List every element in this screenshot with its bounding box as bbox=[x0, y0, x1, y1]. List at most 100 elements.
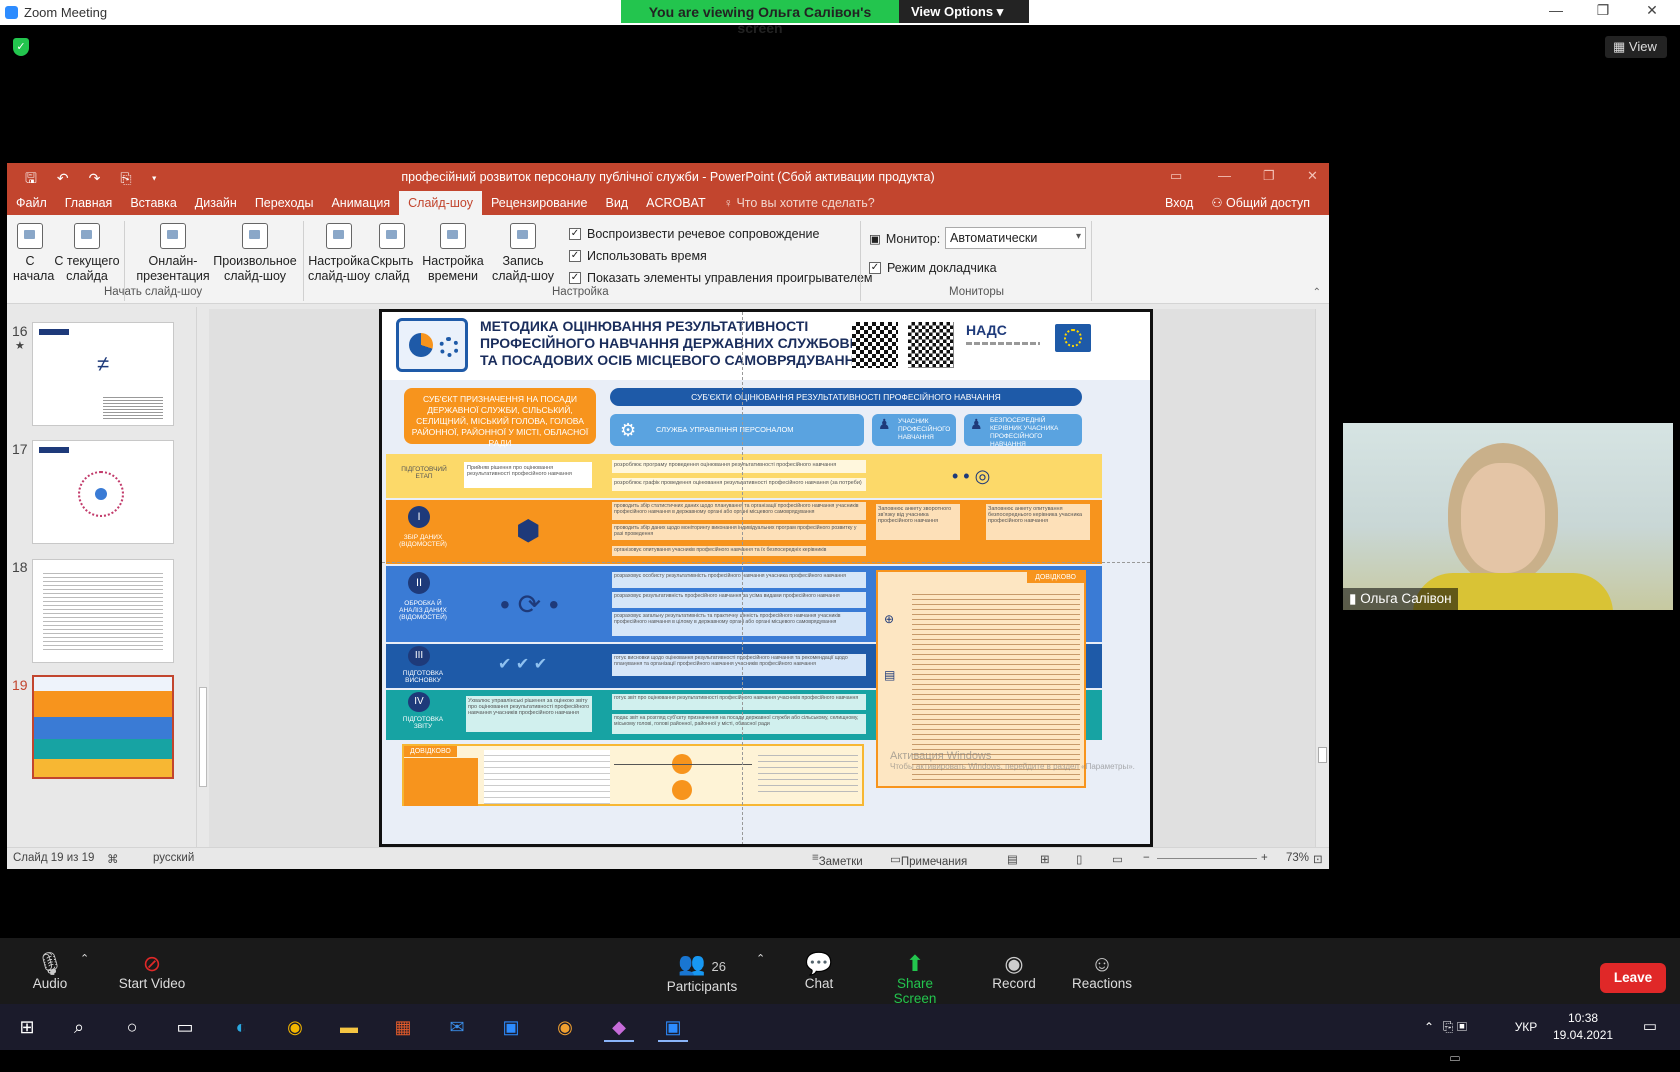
view-options-button[interactable]: View Options ▾ bbox=[899, 0, 1029, 23]
hide-slide-button[interactable]: Скрыть слайд bbox=[369, 223, 415, 284]
tab-view[interactable]: Вид bbox=[596, 191, 637, 215]
hr-service-box: ⚙ СЛУЖБА УПРАВЛІННЯ ПЕРСОНАЛОМ bbox=[610, 414, 864, 446]
zoom-slider[interactable] bbox=[1157, 858, 1257, 859]
media-controls-checkbox[interactable]: ✓ Показать элементы управления проигрыват… bbox=[569, 271, 873, 285]
chrome-icon[interactable]: ◉ bbox=[280, 1012, 310, 1042]
from-current-button[interactable]: С текущего слайда bbox=[53, 223, 121, 284]
paint-icon[interactable]: ◆ bbox=[604, 1012, 634, 1042]
leave-meeting-button[interactable]: Leave bbox=[1600, 963, 1666, 993]
ribbon-slideshow: С начала С текущего слайда Онлайн-презен… bbox=[7, 215, 1329, 304]
presenter-view-checkbox[interactable]: ✓ Режим докладчика bbox=[869, 261, 997, 275]
file-explorer-icon[interactable]: ▬ bbox=[334, 1012, 364, 1042]
custom-slideshow-button[interactable]: Произвольное слайд-шоу bbox=[213, 223, 297, 284]
audio-options-chevron[interactable]: ⌃ bbox=[80, 952, 89, 965]
restore-icon[interactable]: ❐ bbox=[1588, 2, 1618, 19]
zoom-in-button[interactable]: + bbox=[1261, 852, 1268, 864]
cortana-icon[interactable]: ○ bbox=[117, 1012, 147, 1042]
monitor-select[interactable]: Автоматически bbox=[945, 227, 1086, 249]
collapse-ribbon-icon[interactable]: ⌃ bbox=[1313, 287, 1321, 298]
minimize-icon[interactable]: — bbox=[1541, 2, 1571, 18]
current-slide[interactable]: МЕТОДИКА ОЦІНЮВАННЯ РЕЗУЛЬТАТИВНОСТІ ПРО… bbox=[379, 309, 1153, 847]
spellcheck-icon[interactable]: ⌘ bbox=[107, 852, 119, 866]
zoom-taskbar-icon[interactable]: ▣ bbox=[496, 1012, 526, 1042]
rehearse-timings-button[interactable]: Настройка времени bbox=[421, 223, 485, 284]
windows-taskbar: ⊞ ⌕ ○ ▭ ◐ ◉ ▬ ▦ ✉ ▣ ◉ ◆ ▣ ⌃ ⎘ ▣ ▭ УКР 10… bbox=[0, 1004, 1680, 1064]
language-indicator[interactable]: русский bbox=[153, 852, 194, 864]
thumbnails-scrollbar[interactable] bbox=[196, 307, 209, 847]
slide-sorter-icon[interactable]: ⊞ bbox=[1040, 852, 1050, 866]
taskbar-clock[interactable]: 10:38 19.04.2021 bbox=[1553, 1010, 1613, 1044]
close-icon[interactable]: ✕ bbox=[1637, 2, 1667, 19]
participant-video[interactable]: ▮ Ольга Салівон bbox=[1343, 423, 1673, 610]
zoom-out-button[interactable]: − bbox=[1143, 852, 1150, 864]
tab-design[interactable]: Дизайн bbox=[186, 191, 246, 215]
edge-icon[interactable]: ◐ bbox=[226, 1012, 256, 1042]
ribbon-display-icon[interactable]: ▭ bbox=[1170, 168, 1182, 184]
slide-number: 19 bbox=[12, 677, 28, 693]
clock-icon bbox=[440, 223, 466, 249]
slide-number: 17 bbox=[12, 441, 28, 457]
zoom-meeting-controls: 🎙 Audio ⌃ ⊘ Start Video 👥 26 Participants ⌃… bbox=[0, 938, 1680, 1007]
setup-slideshow-button[interactable]: Настройка слайд-шоу bbox=[307, 223, 371, 284]
tab-review[interactable]: Рецензирование bbox=[482, 191, 597, 215]
record-button[interactable]: ◉ Record bbox=[992, 952, 1036, 992]
record-slideshow-button[interactable]: Запись слайд-шоу bbox=[483, 223, 563, 284]
tab-home[interactable]: Главная bbox=[56, 191, 122, 215]
zoom-meeting-taskbar-icon[interactable]: ▣ bbox=[658, 1012, 688, 1042]
slide-scrollbar[interactable] bbox=[1315, 309, 1329, 847]
tab-animation[interactable]: Анимация bbox=[322, 191, 399, 215]
from-start-button[interactable]: С начала bbox=[13, 223, 54, 284]
participants-button[interactable]: 👥 26 Participants bbox=[664, 952, 740, 995]
slide-thumbnail-18[interactable] bbox=[32, 559, 174, 663]
monitor-label: ▣ Монитор: bbox=[869, 231, 941, 247]
chat-button[interactable]: 💬 Chat bbox=[802, 952, 836, 992]
participants-options-chevron[interactable]: ⌃ bbox=[756, 952, 765, 965]
tab-file[interactable]: Файл bbox=[7, 191, 56, 215]
tab-slideshow[interactable]: Слайд-шоу bbox=[399, 191, 482, 215]
normal-view-icon[interactable]: ▤ bbox=[1007, 852, 1018, 866]
zoom-level[interactable]: 73% bbox=[1286, 852, 1309, 864]
sign-in-link[interactable]: Вход bbox=[1156, 191, 1202, 215]
tray-icons[interactable]: ⎘ ▣ ▭ bbox=[1440, 1012, 1470, 1064]
fit-to-window-icon[interactable]: ⊡ bbox=[1313, 852, 1323, 866]
reactions-button[interactable]: ☺ Reactions bbox=[1072, 952, 1132, 992]
tab-insert[interactable]: Вставка bbox=[121, 191, 185, 215]
notes-button[interactable]: ≡ Заметки bbox=[812, 852, 863, 868]
share-screen-button[interactable]: ⬆ Share Screen bbox=[874, 952, 956, 1007]
store-icon[interactable]: ▦ bbox=[388, 1012, 418, 1042]
search-icon[interactable]: ⌕ bbox=[64, 1012, 94, 1042]
slide-title-line3: ТА ПОСАДОВИХ ОСІБ МІСЦЕВОГО САМОВРЯДУВАН… bbox=[480, 352, 865, 368]
slide-thumbnail-17[interactable] bbox=[32, 440, 174, 544]
online-presentation-button[interactable]: Онлайн-презентация bbox=[133, 223, 213, 284]
narration-checkbox[interactable]: ✓ Воспроизвести речевое сопровождение bbox=[569, 227, 819, 241]
share-button[interactable]: ⚇ Общий доступ bbox=[1202, 191, 1319, 215]
ppt-close-icon[interactable]: ✕ bbox=[1307, 168, 1318, 184]
security-shield-icon[interactable]: ✓ bbox=[13, 38, 29, 56]
slide-thumbnail-19[interactable] bbox=[32, 675, 174, 779]
ppt-minimize-icon[interactable]: — bbox=[1218, 168, 1231, 183]
windows-start-icon[interactable]: ⊞ bbox=[12, 1012, 42, 1042]
stage-text: проводить збір даних щодо моніторингу ви… bbox=[612, 524, 866, 540]
comments-button[interactable]: ▭ Примечания bbox=[890, 852, 967, 868]
slide-thumbnail-16[interactable]: ≠ bbox=[32, 322, 174, 426]
ppt-restore-icon[interactable]: ❐ bbox=[1263, 168, 1275, 184]
slideshow-view-icon[interactable]: ▭ bbox=[1112, 852, 1123, 866]
stage-text: Заповнює анкету опитування безпосередньо… bbox=[986, 504, 1090, 540]
use-timings-checkbox[interactable]: ✓ Использовать время bbox=[569, 249, 707, 263]
start-video-button[interactable]: ⊘ Start Video bbox=[118, 952, 186, 992]
reading-view-icon[interactable]: ▯ bbox=[1076, 852, 1082, 866]
notifications-icon[interactable]: ▭ bbox=[1635, 1012, 1665, 1042]
animation-star-icon: ★ bbox=[15, 340, 25, 352]
view-button[interactable]: ▦ View bbox=[1605, 36, 1667, 58]
tab-transitions[interactable]: Переходы bbox=[246, 191, 323, 215]
audio-button[interactable]: 🎙 Audio bbox=[32, 952, 68, 992]
ribbon-tabs: Файл Главная Вставка Дизайн Переходы Ани… bbox=[7, 191, 1329, 215]
keyboard-language[interactable]: УКР bbox=[1508, 1012, 1544, 1042]
preparatory-stage-row: ПІДГОТОВЧИЙ ЕТАП Прийняв рішення про оці… bbox=[386, 454, 1102, 498]
tab-acrobat[interactable]: ACROBAT bbox=[637, 191, 715, 215]
task-view-icon[interactable]: ▭ bbox=[170, 1012, 200, 1042]
yandex-browser-icon[interactable]: ◉ bbox=[550, 1012, 580, 1042]
mail-icon[interactable]: ✉ bbox=[442, 1012, 472, 1042]
tell-me-search[interactable]: ♀ Что вы хотите сделать? bbox=[715, 191, 884, 215]
stage-text: подає звіт на розгляд суб'єкту призначен… bbox=[612, 714, 866, 734]
